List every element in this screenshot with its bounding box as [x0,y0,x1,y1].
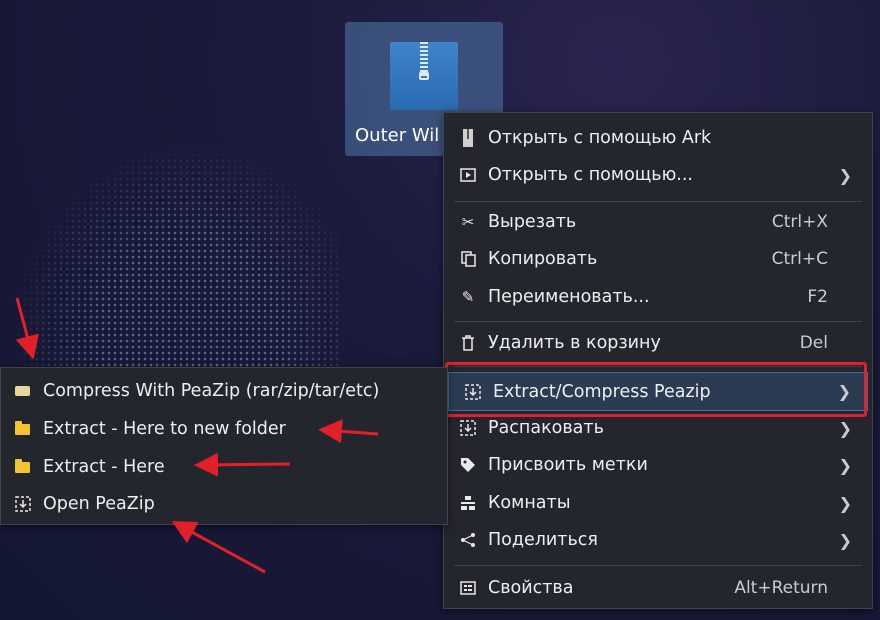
properties-icon [458,578,478,598]
menu-item-open-with[interactable]: Открыть с помощью... ❯ [444,158,872,192]
copy-icon [458,249,478,269]
menu-item-move-to-trash[interactable]: Удалить в корзину Del [444,326,872,360]
share-icon [458,530,478,550]
open-with-icon [458,165,478,185]
scissors-icon: ✂ [461,213,475,231]
chevron-right-icon: ❯ [838,455,852,475]
zip-archive-icon [390,42,458,110]
pencil-icon: ✎ [461,288,475,306]
tag-icon [458,455,478,475]
submenu-item-extract-here-new-folder[interactable]: Extract - Here to new folder [1,412,447,446]
context-menu: Открыть с помощью Ark Открыть с помощью.… [443,112,873,609]
menu-item-open-with-ark[interactable]: Открыть с помощью Ark [444,121,872,155]
chevron-right-icon: ❯ [838,493,852,513]
extract-icon [458,418,478,438]
menu-item-properties[interactable]: Свойства Alt+Return [444,571,872,605]
menu-separator [454,321,862,322]
arrow-to-open-peazip [171,521,266,574]
chevron-right-icon: ❯ [838,165,852,185]
chevron-right-icon: ❯ [838,530,852,550]
ark-icon [458,128,478,148]
folder-icon [15,420,33,436]
menu-item-assign-tags[interactable]: Присвоить метки ❯ [444,448,872,482]
submenu-item-open-peazip[interactable]: Open PeaZip [1,487,447,521]
menu-item-cut[interactable]: ✂ Вырезать Ctrl+X [444,205,872,239]
archive-icon [15,384,33,398]
wallpaper-dot-pattern [10,140,340,400]
peazip-icon [15,496,33,512]
submenu-item-extract-here[interactable]: Extract - Here [1,450,447,484]
peazip-submenu: Compress With PeaZip (rar/zip/tar/etc) E… [0,367,448,525]
menu-item-share[interactable]: Поделиться ❯ [444,523,872,557]
menu-separator [454,565,862,566]
rooms-icon [458,493,478,513]
annotation-highlight-box [445,362,867,417]
menu-item-activities[interactable]: Комнаты ❯ [444,486,872,520]
folder-icon [15,458,33,474]
submenu-item-compress-with-peazip[interactable]: Compress With PeaZip (rar/zip/tar/etc) [1,374,447,408]
menu-separator [454,201,862,202]
trash-icon [458,333,478,353]
menu-item-copy[interactable]: Копировать Ctrl+C [444,242,872,276]
chevron-right-icon: ❯ [838,418,852,438]
menu-item-rename[interactable]: ✎ Переименовать... F2 [444,280,872,314]
